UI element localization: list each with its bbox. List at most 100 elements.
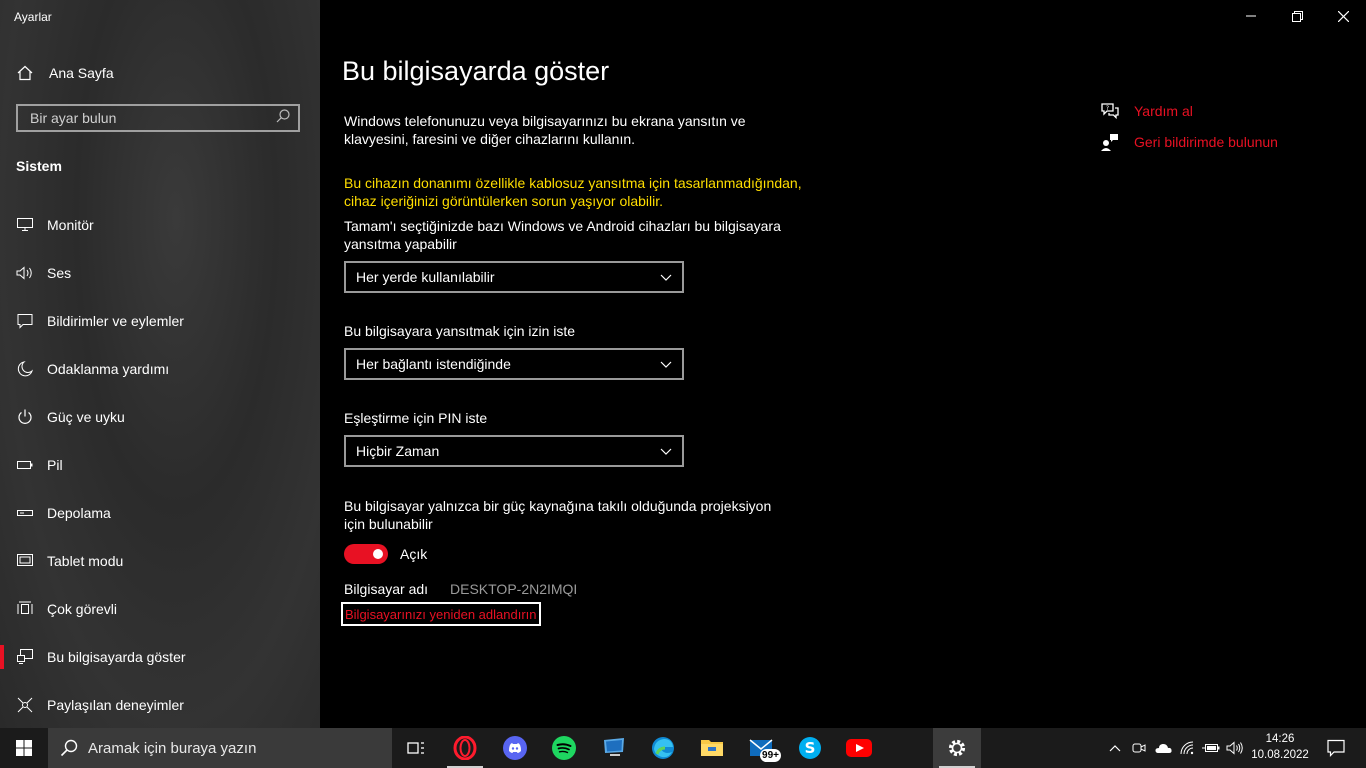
settings-app[interactable]: [933, 728, 981, 768]
action-center-icon: [1327, 739, 1345, 757]
chevron-down-icon: [660, 356, 672, 372]
permission-dropdown[interactable]: Her bağlantı istendiğinde: [344, 348, 684, 380]
computer-icon: [604, 738, 624, 756]
clock-time: 14:26: [1265, 733, 1295, 745]
sidebar-item-multitasking[interactable]: Çok görevli: [0, 585, 320, 633]
sidebar-item-notifications[interactable]: Bildirimler ve eylemler: [0, 297, 320, 345]
camera-icon: [1132, 743, 1146, 753]
pin-value: Hiçbir Zaman: [356, 443, 440, 459]
restore-icon: [1291, 10, 1303, 22]
edge-app[interactable]: [639, 728, 687, 768]
wifi-icon: [1180, 741, 1194, 755]
minimize-icon: [1246, 15, 1256, 17]
tablet-icon: [16, 552, 34, 570]
sidebar-item-label: Güç ve uyku: [47, 409, 125, 425]
settings-search-input[interactable]: [28, 109, 262, 127]
sidebar-item-label: Çok görevli: [47, 601, 118, 617]
pc-name-value: DESKTOP-2N2IMQI: [450, 581, 578, 597]
settings-search[interactable]: [16, 104, 300, 132]
power-icon: [16, 408, 34, 426]
volume-icon: [1226, 741, 1243, 755]
cloud-icon: [1155, 743, 1172, 753]
taskbar-clock[interactable]: 14:26 10.08.2022: [1250, 731, 1310, 763]
sidebar-item-tablet[interactable]: Tablet modu: [0, 537, 320, 585]
sidebar-nav: Monitör Ses Bildirimler ve eylemler Odak…: [0, 201, 320, 729]
sidebar-item-label: Tablet modu: [47, 553, 124, 569]
home-label: Ana Sayfa: [49, 65, 114, 81]
action-center-button[interactable]: [1316, 728, 1356, 768]
taskbar-search[interactable]: Aramak için buraya yazın: [48, 728, 392, 768]
storage-icon: [16, 504, 34, 522]
mail-badge: 99+: [760, 749, 781, 762]
start-button[interactable]: [0, 728, 48, 768]
app-title: Ayarlar: [14, 10, 52, 24]
spotify-app[interactable]: [540, 728, 588, 768]
hardware-warning: Bu cihazın donanımı özellikle kablosuz y…: [344, 175, 802, 209]
file-explorer-app[interactable]: [688, 728, 736, 768]
sidebar-item-monitor[interactable]: Monitör: [0, 201, 320, 249]
clock-date: 10.08.2022: [1251, 749, 1309, 761]
sidebar-item-shared[interactable]: Paylaşılan deneyimler: [0, 681, 320, 729]
restore-button[interactable]: [1274, 0, 1320, 32]
windows-logo-icon: [16, 740, 32, 756]
home-link[interactable]: Ana Sayfa: [16, 62, 114, 84]
sidebar-item-label: Bu bilgisayarda göster: [47, 649, 186, 665]
discord-app[interactable]: [491, 728, 539, 768]
chevron-down-icon: [660, 443, 672, 459]
pin-dropdown[interactable]: Hiçbir Zaman: [344, 435, 684, 467]
opera-app[interactable]: [441, 728, 489, 768]
battery-charging-icon: [1202, 744, 1220, 752]
skype-app[interactable]: S: [786, 728, 834, 768]
search-icon[interactable]: [276, 108, 290, 128]
battery-tray[interactable]: [1200, 728, 1222, 768]
sidebar-item-label: Depolama: [47, 505, 111, 521]
onedrive-tray[interactable]: [1151, 728, 1175, 768]
project-icon: [16, 648, 34, 666]
toggle-knob: [373, 549, 383, 559]
folder-icon: [701, 740, 723, 756]
availability-dropdown[interactable]: Her yerde kullanılabilir: [344, 261, 684, 293]
sidebar-item-label: Ses: [47, 265, 72, 281]
minimize-button[interactable]: [1228, 0, 1274, 32]
svg-text:S: S: [805, 739, 816, 757]
this-pc-app[interactable]: [590, 728, 638, 768]
toggle-state-label: Açık: [400, 546, 428, 562]
show-hidden-icons[interactable]: [1104, 728, 1126, 768]
task-view-button[interactable]: [392, 728, 440, 768]
sidebar-item-label: Monitör: [47, 217, 94, 233]
volume-tray[interactable]: [1223, 728, 1247, 768]
chevron-down-icon: [660, 269, 672, 285]
section-title: Sistem: [16, 158, 62, 174]
skype-icon: S: [799, 737, 821, 759]
power-only-toggle[interactable]: [344, 544, 388, 564]
home-icon: [16, 64, 34, 82]
close-icon: [1337, 10, 1349, 22]
pin-label: Eşleştirme için PIN iste: [344, 410, 488, 426]
chevron-up-icon: [1109, 745, 1121, 752]
page-title: Bu bilgisayarda göster: [342, 56, 610, 86]
mail-app[interactable]: 99+: [737, 728, 785, 768]
rename-pc-link[interactable]: Bilgisayarınızı yeniden adlandırın: [341, 602, 541, 626]
help-chat-icon: ?: [1100, 101, 1120, 121]
shared-icon: [16, 696, 34, 714]
get-help-link[interactable]: ? Yardım al: [1100, 101, 1193, 121]
availability-value: Her yerde kullanılabilir: [356, 269, 495, 285]
sidebar-item-battery[interactable]: Pil: [0, 441, 320, 489]
sidebar-item-label: Pil: [47, 457, 63, 473]
youtube-app[interactable]: [835, 728, 883, 768]
feedback-link[interactable]: Geri bildirimde bulunun: [1100, 132, 1278, 152]
sidebar-item-label: Paylaşılan deneyimler: [47, 697, 184, 713]
sidebar-item-projecting[interactable]: Bu bilgisayarda göster: [0, 633, 320, 681]
youtube-icon: [846, 739, 872, 757]
availability-label: Tamam'ı seçtiğinizde bazı Windows ve And…: [344, 218, 781, 252]
sidebar-item-focus[interactable]: Odaklanma yardımı: [0, 345, 320, 393]
wifi-tray[interactable]: [1177, 728, 1199, 768]
permission-value: Her bağlantı istendiğinde: [356, 356, 511, 372]
gear-icon: [948, 739, 966, 757]
sidebar-item-storage[interactable]: Depolama: [0, 489, 320, 537]
sidebar-item-power[interactable]: Güç ve uyku: [0, 393, 320, 441]
sidebar-item-sound[interactable]: Ses: [0, 249, 320, 297]
meet-now-tray[interactable]: [1128, 728, 1150, 768]
feedback-icon: [1100, 132, 1120, 152]
close-button[interactable]: [1320, 0, 1366, 32]
